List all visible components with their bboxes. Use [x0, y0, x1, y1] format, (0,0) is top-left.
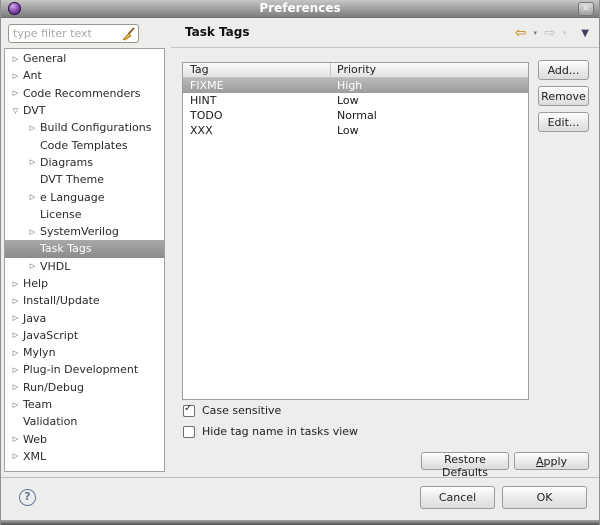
- back-icon[interactable]: ⇦: [515, 25, 527, 41]
- forward-dropdown-icon[interactable]: ▾: [563, 29, 567, 37]
- sidebar-item-web[interactable]: ▷ Web: [5, 431, 164, 448]
- sidebar-item-diagrams[interactable]: ▷ Diagrams: [5, 154, 164, 171]
- sidebar-item-e-language[interactable]: ▷ e Language: [5, 188, 164, 205]
- forward-icon[interactable]: ⇨: [544, 25, 556, 41]
- close-icon: ×: [581, 3, 591, 14]
- expander-icon[interactable]: ▷: [27, 158, 38, 166]
- expander-icon[interactable]: ▷: [27, 193, 38, 201]
- question-mark-icon: ?: [24, 490, 31, 503]
- sidebar-item-help[interactable]: ▷ Help: [5, 275, 164, 292]
- window-bottom-edge: [1, 520, 599, 525]
- expander-icon[interactable]: ▷: [10, 89, 21, 97]
- table-row-fixme[interactable]: FIXME High: [183, 78, 528, 93]
- sidebar-item-build-configurations[interactable]: ▷ Build Configurations: [5, 119, 164, 136]
- clear-filter-icon[interactable]: [122, 27, 135, 41]
- sidebar-item-task-tags[interactable]: Task Tags: [5, 240, 164, 258]
- sidebar-item-code-recommenders[interactable]: ▷ Code Recommenders: [5, 85, 164, 102]
- checkbox-label: Hide tag name in tasks view: [202, 425, 359, 438]
- sidebar-item-ant[interactable]: ▷ Ant: [5, 67, 164, 84]
- expander-icon[interactable]: ▷: [10, 452, 21, 460]
- page-title: Task Tags: [185, 25, 250, 39]
- sidebar-item-code-templates[interactable]: Code Templates: [5, 136, 164, 153]
- expander-icon[interactable]: ▷: [27, 228, 38, 236]
- sidebar-item-java[interactable]: ▷ Java: [5, 309, 164, 326]
- sidebar-item-javascript[interactable]: ▷ JavaScript: [5, 327, 164, 344]
- filter-box: [8, 24, 139, 43]
- help-button[interactable]: ?: [19, 489, 36, 506]
- expander-icon[interactable]: ▷: [10, 314, 21, 322]
- sidebar-item-dvt[interactable]: ▽ DVT: [5, 102, 164, 119]
- sidebar-item-systemverilog[interactable]: ▷ SystemVerilog: [5, 223, 164, 240]
- titlebar: Preferences ×: [1, 0, 599, 18]
- hide-tag-name-checkbox[interactable]: Hide tag name in tasks view: [183, 425, 358, 438]
- back-dropdown-icon[interactable]: ▾: [534, 29, 538, 37]
- filter-input[interactable]: [13, 26, 115, 41]
- expander-icon[interactable]: ▷: [10, 331, 21, 339]
- dialog-button-bar: ? Cancel OK: [1, 478, 599, 520]
- check-icon: ✓: [184, 402, 193, 414]
- expander-icon[interactable]: ▽: [10, 107, 21, 115]
- sidebar-item-validation[interactable]: Validation: [5, 413, 164, 430]
- sidebar: ▷General ▷Ant ▷Code Recommenders ▽DVT ▷B…: [1, 18, 171, 477]
- sidebar-item-xml[interactable]: ▷ XML: [5, 448, 164, 465]
- sidebar-item-team[interactable]: ▷ Team: [5, 396, 164, 413]
- close-button[interactable]: ×: [578, 2, 594, 16]
- sidebar-item-install-update[interactable]: ▷ Install/Update: [5, 292, 164, 309]
- window-title: Preferences: [259, 1, 341, 15]
- add-button[interactable]: Add...: [538, 60, 589, 80]
- expander-icon[interactable]: ▷: [10, 55, 21, 63]
- sidebar-item-license[interactable]: License: [5, 206, 164, 223]
- expander-icon[interactable]: ▷: [10, 366, 21, 374]
- expander-icon[interactable]: ▷: [10, 349, 21, 357]
- table-header: Tag Priority: [183, 63, 528, 78]
- expander-icon[interactable]: ▷: [10, 72, 21, 80]
- restore-defaults-button[interactable]: Restore Defaults: [421, 452, 509, 479]
- ok-button[interactable]: OK: [502, 486, 587, 509]
- case-sensitive-checkbox[interactable]: ✓ Case sensitive: [183, 402, 282, 417]
- expander-icon[interactable]: ▷: [10, 280, 21, 288]
- expander-icon[interactable]: ▷: [27, 124, 38, 132]
- table-row-todo[interactable]: TODO Normal: [183, 108, 528, 123]
- table-row-hint[interactable]: HINT Low: [183, 93, 528, 108]
- expander-icon[interactable]: ▷: [10, 401, 21, 409]
- view-menu-icon[interactable]: ▼: [581, 28, 589, 39]
- sidebar-item-mylyn[interactable]: ▷ Mylyn: [5, 344, 164, 361]
- remove-button[interactable]: Remove: [538, 86, 589, 106]
- sidebar-item-dvt-theme[interactable]: DVT Theme: [5, 171, 164, 188]
- preferences-tree: ▷ General ▷ Ant ▷ Code Recommenders ▽ DVT ▷ B…: [4, 48, 165, 472]
- apply-button[interactable]: Apply: [514, 452, 589, 470]
- column-header-tag[interactable]: Tag: [183, 63, 331, 77]
- sidebar-item-run-debug[interactable]: ▷ Run/Debug: [5, 379, 164, 396]
- preferences-dialog: Preferences × ▷General ▷Ant ▷Code Recomm…: [0, 0, 600, 525]
- tags-table: Tag Priority FIXME High HINT Low TODO No…: [182, 62, 529, 400]
- checkbox-box[interactable]: [183, 425, 195, 438]
- expander-icon[interactable]: ▷: [10, 383, 21, 391]
- sidebar-item-vhdl[interactable]: ▷ VHDL: [5, 258, 164, 275]
- header-toolbar: ⇦ ▾ ⇨ ▾ ▼: [515, 18, 589, 48]
- edit-button[interactable]: Edit...: [538, 112, 589, 132]
- panel-header: Task Tags ⇦ ▾ ⇨ ▾ ▼: [171, 18, 599, 48]
- column-header-priority[interactable]: Priority: [331, 63, 528, 77]
- task-tags-panel: Task Tags ⇦ ▾ ⇨ ▾ ▼ Tag Priority FIXME H…: [171, 18, 599, 479]
- expander-icon[interactable]: ▷: [10, 435, 21, 443]
- checkbox-box[interactable]: ✓: [183, 402, 195, 417]
- checkbox-label: Case sensitive: [202, 404, 282, 417]
- sidebar-item-plug-in-development[interactable]: ▷ Plug-in Development: [5, 361, 164, 378]
- table-row-xxx[interactable]: XXX Low: [183, 123, 528, 138]
- expander-icon[interactable]: ▷: [27, 262, 38, 270]
- sidebar-item-general[interactable]: ▷ General: [5, 50, 164, 67]
- panel-content: Tag Priority FIXME High HINT Low TODO No…: [171, 48, 599, 479]
- cancel-button[interactable]: Cancel: [420, 486, 495, 509]
- dialog-body: ▷General ▷Ant ▷Code Recommenders ▽DVT ▷B…: [1, 18, 599, 479]
- expander-icon[interactable]: ▷: [10, 297, 21, 305]
